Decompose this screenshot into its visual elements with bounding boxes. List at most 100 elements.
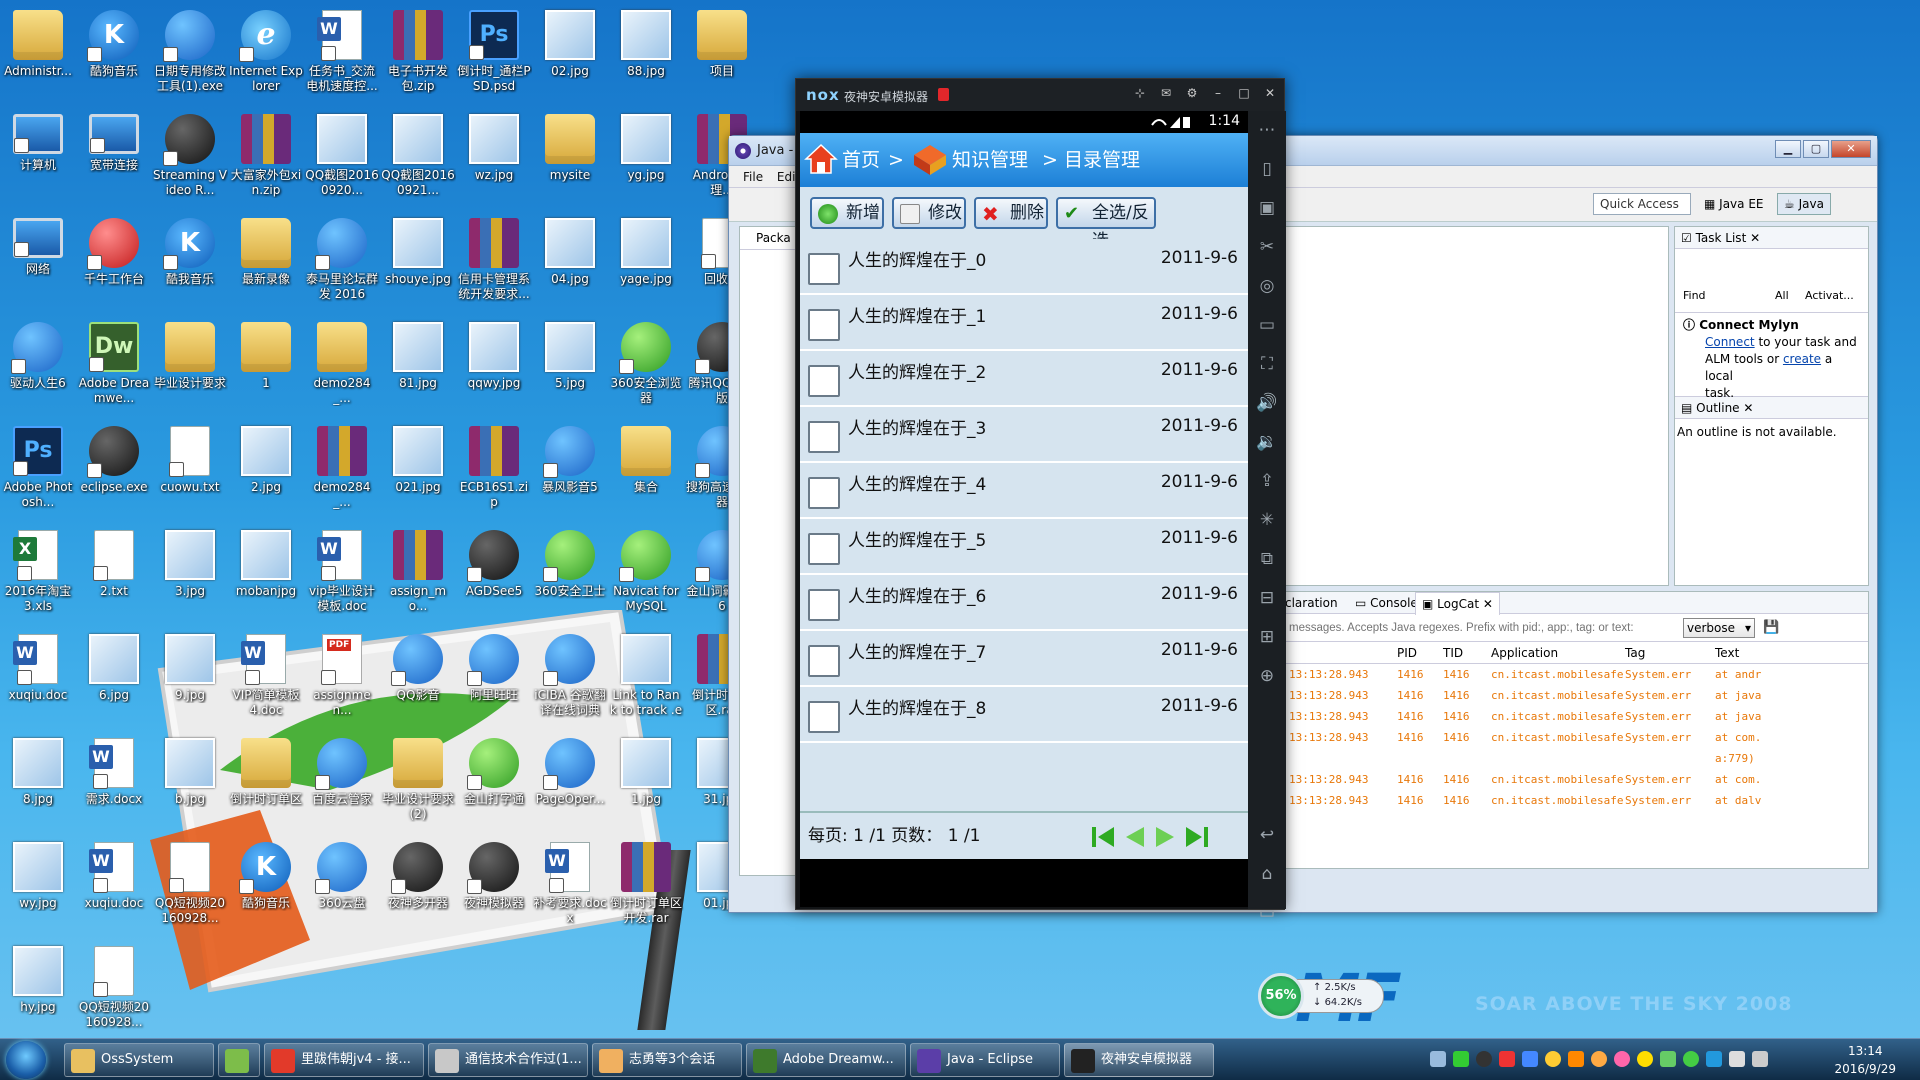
desktop-icon[interactable]: mobanjpg	[228, 524, 304, 626]
tab-console[interactable]: ▭ Console	[1355, 592, 1418, 614]
desktop-icon[interactable]: QQ截图20160920...	[304, 108, 380, 210]
desktop-icon[interactable]: 电子书开发包.zip	[380, 4, 456, 106]
desktop-icon[interactable]: 日期专用修改工具(1).exe	[152, 4, 228, 106]
desktop-icon[interactable]: 最新录像	[228, 212, 304, 314]
desktop-icon[interactable]: cuowu.txt	[152, 420, 228, 522]
desktop-icon[interactable]: Ps Adobe Photosh...	[0, 420, 76, 522]
desktop-icon[interactable]: 夜神模拟器	[456, 836, 532, 938]
taskbar-item[interactable]: OssSystem	[64, 1043, 214, 1077]
more-icon[interactable]: ⋯	[1248, 111, 1286, 150]
tab-logcat[interactable]: ▣ LogCat ✕	[1415, 592, 1500, 615]
desktop-icon[interactable]: Dw Adobe Dreamwe...	[76, 316, 152, 418]
desktop-icon[interactable]: 360安全卫士	[532, 524, 608, 626]
desktop-icon[interactable]: xuqiu.doc	[76, 836, 152, 938]
back-icon[interactable]: ↩	[1248, 816, 1286, 855]
close-button[interactable]: ✕	[1262, 85, 1278, 101]
list-item[interactable]: 人生的辉煌在于_3 2011-9-6	[800, 407, 1248, 463]
desktop-icon[interactable]: 泰马里论坛群发 2016	[304, 212, 380, 314]
desktop-icon[interactable]: AGDSee5	[456, 524, 532, 626]
desktop-icon[interactable]: 需求.docx	[76, 732, 152, 834]
task-find-field[interactable]: Find	[1683, 289, 1706, 302]
table-row[interactable]: a:779)	[1285, 748, 1868, 769]
delete-button[interactable]: ✖ 删除	[974, 197, 1048, 229]
table-row[interactable]: 13:13:28.943 1416 1416 cn.itcast.mobilesafe…	[1285, 685, 1868, 706]
quick-access-input[interactable]: Quick Access	[1593, 193, 1691, 215]
desktop-icon[interactable]: wz.jpg	[456, 108, 532, 210]
taskbar-item[interactable]: 里跋伟朝jv4 - 接...	[264, 1043, 424, 1077]
desktop-icon[interactable]: QQ短视频20160928...	[152, 836, 228, 938]
desktop-icon[interactable]: K 酷狗音乐	[228, 836, 304, 938]
list-item[interactable]: 人生的辉煌在于_5 2011-9-6	[800, 519, 1248, 575]
task-all-link[interactable]: All	[1775, 289, 1789, 302]
shake-icon[interactable]: ▯	[1248, 150, 1286, 189]
desktop-icon[interactable]: qqwy.jpg	[456, 316, 532, 418]
maximize-button[interactable]: ▢	[1803, 140, 1829, 158]
desktop-icon[interactable]: shouye.jpg	[380, 212, 456, 314]
row-checkbox[interactable]	[808, 701, 840, 733]
desktop-icon[interactable]: 倒计时订单区	[228, 732, 304, 834]
desktop-icon[interactable]: 1	[228, 316, 304, 418]
next-page-icon[interactable]	[1152, 825, 1178, 849]
row-checkbox[interactable]	[808, 589, 840, 621]
tray-icon-6[interactable]	[1545, 1051, 1561, 1067]
table-row[interactable]: 13:13:28.943 1416 1416 cn.itcast.mobilesafe…	[1285, 790, 1868, 811]
desktop-icon[interactable]: 6.jpg	[76, 628, 152, 730]
list-item[interactable]: 人生的辉煌在于_7 2011-9-6	[800, 631, 1248, 687]
desktop-icon[interactable]: mysite	[532, 108, 608, 210]
desktop-icon[interactable]: 驱动人生6	[0, 316, 76, 418]
desktop-icon[interactable]: 网络	[0, 212, 76, 314]
tray-icon-4[interactable]	[1499, 1051, 1515, 1067]
desktop-icon[interactable]: 信用卡管理系统开发要求...	[456, 212, 532, 314]
desktop-icon[interactable]: wy.jpg	[0, 836, 76, 938]
desktop-icon[interactable]: Administr...	[0, 4, 76, 106]
list-item[interactable]: 人生的辉煌在于_2 2011-9-6	[800, 351, 1248, 407]
edit-button[interactable]: 修改	[892, 197, 966, 229]
list-item[interactable]: 人生的辉煌在于_6 2011-9-6	[800, 575, 1248, 631]
desktop-icon[interactable]: 5.jpg	[532, 316, 608, 418]
col-pid[interactable]: PID	[1397, 642, 1417, 664]
desktop-icon[interactable]: Link to Rank to track .exe	[608, 628, 684, 730]
logcat-search-input[interactable]	[1289, 619, 1679, 637]
desktop-icon[interactable]: QQ短视频20160928...	[76, 940, 152, 1042]
col-application[interactable]: Application	[1491, 642, 1558, 664]
desktop-icon[interactable]: 金山打字通	[456, 732, 532, 834]
desktop-icon[interactable]: assign_mo...	[380, 524, 456, 626]
desktop-icon[interactable]: 88.jpg	[608, 4, 684, 106]
desktop-icon[interactable]: yg.jpg	[608, 108, 684, 210]
tray-icon-11[interactable]	[1660, 1051, 1676, 1067]
col-text[interactable]: Text	[1715, 642, 1739, 664]
list-item[interactable]: 人生的辉煌在于_0 2011-9-6	[800, 239, 1248, 295]
desktop-icon[interactable]: 大富家外包xin.zip	[228, 108, 304, 210]
desktop-icon[interactable]: PageOper...	[532, 732, 608, 834]
breadcrumb-knowledge[interactable]: 知识管理	[952, 133, 1028, 187]
desktop-icon[interactable]: Ps 倒计时_通栏PSD.psd	[456, 4, 532, 106]
tab-declaration[interactable]: claration	[1285, 592, 1338, 614]
desktop-icon[interactable]: 81.jpg	[380, 316, 456, 418]
desktop-icon[interactable]: 暴风影音5	[532, 420, 608, 522]
tray-icon-5[interactable]	[1522, 1051, 1538, 1067]
desktop-icon[interactable]: Navicat for MySQL	[608, 524, 684, 626]
desktop-icon[interactable]: iCIBA 谷歌翻译在线词典	[532, 628, 608, 730]
desktop-icon[interactable]: VIP简单模板4.doc	[228, 628, 304, 730]
package-explorer[interactable]: Packa	[739, 226, 799, 876]
perspective-java[interactable]: ☕ Java	[1777, 193, 1831, 215]
desktop-icon[interactable]: 2016年淘宝3.xls	[0, 524, 76, 626]
desktop-icon[interactable]: 1.jpg	[608, 732, 684, 834]
network-meter[interactable]: ↑ 2.5K/s ↓ 64.2K/s 56%	[1258, 973, 1384, 1019]
desktop-icon[interactable]: 项目	[684, 4, 760, 106]
start-button[interactable]	[6, 1041, 46, 1079]
pin-icon[interactable]: ⊹	[1132, 85, 1148, 101]
first-page-icon[interactable]	[1090, 825, 1116, 849]
desktop-icon[interactable]: 任务书_交流电机速度控...	[304, 4, 380, 106]
desktop-icon[interactable]: ECB16S1.zip	[456, 420, 532, 522]
close-button[interactable]: ✕	[1831, 140, 1871, 158]
taskbar-item[interactable]: Java - Eclipse	[910, 1043, 1060, 1077]
keyboard-icon[interactable]: ▭	[1248, 306, 1286, 345]
col-tid[interactable]: TID	[1443, 642, 1463, 664]
desktop-icon[interactable]: xuqiu.doc	[0, 628, 76, 730]
desktop-icon[interactable]: 8.jpg	[0, 732, 76, 834]
tray-icon-7[interactable]	[1568, 1051, 1584, 1067]
location-icon[interactable]: ◎	[1248, 267, 1286, 306]
minimize-button[interactable]: ▁	[1775, 140, 1801, 158]
desktop-icon[interactable]: 计算机	[0, 108, 76, 210]
